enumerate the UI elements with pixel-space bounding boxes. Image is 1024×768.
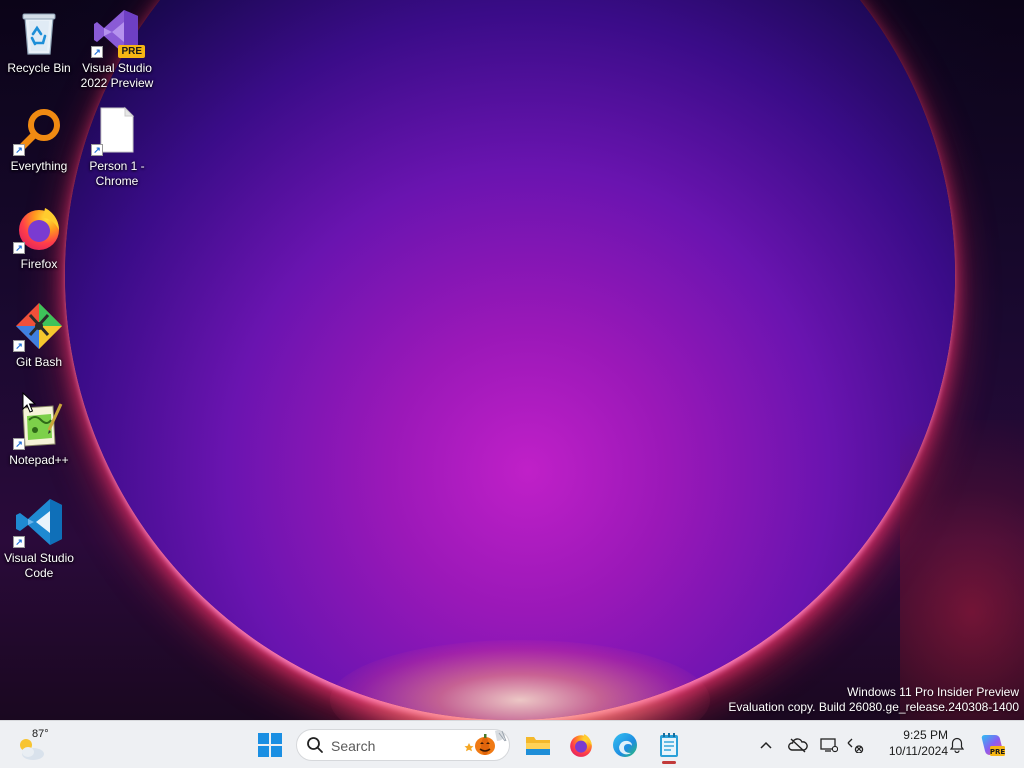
desktop-icon-label: Firefox xyxy=(20,257,58,271)
shortcut-arrow-icon: ↗ xyxy=(13,536,25,548)
clock-date: 10/11/2024 xyxy=(888,744,948,758)
watermark-edition: Windows 11 Pro Insider Preview xyxy=(847,685,1019,699)
display-settings-icon xyxy=(820,738,838,753)
file-explorer-icon xyxy=(526,737,550,755)
desktop-icon-recycle-bin[interactable]: Recycle Bin xyxy=(0,6,78,76)
shortcut-arrow-icon: ↗ xyxy=(13,242,25,254)
show-hidden-icons-button[interactable] xyxy=(755,725,777,765)
display-tray-button[interactable] xyxy=(818,725,840,765)
copilot-preview-icon: PRE xyxy=(981,735,1005,756)
desktop-icon-visual-studio-preview[interactable]: PRE ↗ Visual Studio 2022 Preview xyxy=(78,6,156,91)
notepad-icon xyxy=(660,733,678,757)
taskbar-search-box[interactable]: Search xyxy=(296,729,510,761)
copilot-button[interactable]: PRE xyxy=(972,725,1012,765)
weather-widget[interactable]: 87° xyxy=(14,727,54,763)
start-button[interactable] xyxy=(250,725,290,765)
desktop-icon-git-bash[interactable]: ↗ Git Bash xyxy=(0,300,78,370)
shortcut-arrow-icon: ↗ xyxy=(13,438,25,450)
desktop-icon-vscode[interactable]: ↗ Visual Studio Code xyxy=(0,496,78,581)
taskbar-edge[interactable] xyxy=(605,725,645,765)
taskbar: 87° Search 9:25 PM 10/11/2024 PRE xyxy=(0,720,1024,768)
visual-studio-preview-icon: PRE ↗ xyxy=(91,6,145,58)
notepad-plus-plus-icon: ↗ xyxy=(13,398,65,450)
network-disconnected-icon xyxy=(847,738,864,753)
system-clock[interactable]: 9:25 PM 10/11/2024 xyxy=(872,727,948,759)
recycle-bin-icon xyxy=(13,6,65,58)
notifications-button[interactable] xyxy=(946,725,968,765)
firefox-icon: ↗ xyxy=(13,202,65,254)
everything-search-icon: ↗ xyxy=(13,104,65,156)
git-bash-icon: ↗ xyxy=(13,300,65,352)
desktop-icon-label: Visual Studio 2022 Preview xyxy=(80,61,154,90)
desktop[interactable]: Recycle Bin PRE ↗ Visual Studio 2022 Pre… xyxy=(0,0,1024,720)
svg-text:PRE: PRE xyxy=(990,748,1005,756)
halloween-pumpkin-icon xyxy=(464,730,507,755)
chevron-up-icon xyxy=(760,741,772,749)
desktop-icon-label: Person 1 - Chrome xyxy=(89,159,145,188)
desktop-icon-notepad-plus-plus[interactable]: ↗ Notepad++ xyxy=(0,398,78,468)
search-icon xyxy=(307,737,323,753)
onedrive-tray-button[interactable] xyxy=(786,725,810,765)
shortcut-arrow-icon: ↗ xyxy=(13,144,25,156)
mouse-pointer-icon xyxy=(22,392,36,413)
active-app-indicator xyxy=(662,761,676,764)
desktop-icon-label: Visual Studio Code xyxy=(4,551,74,580)
desktop-icon-firefox[interactable]: ↗ Firefox xyxy=(0,202,78,272)
shortcut-arrow-icon: ↗ xyxy=(91,46,103,58)
blank-document-icon: ↗ xyxy=(91,104,143,156)
shortcut-arrow-icon: ↗ xyxy=(13,340,25,352)
vscode-icon: ↗ xyxy=(13,496,65,548)
taskbar-firefox[interactable] xyxy=(561,725,601,765)
desktop-icon-label: Git Bash xyxy=(15,355,63,369)
desktop-icon-label: Everything xyxy=(10,159,68,173)
shortcut-arrow-icon: ↗ xyxy=(91,144,103,156)
taskbar-notepad[interactable] xyxy=(649,725,689,765)
onedrive-offline-icon xyxy=(788,738,808,753)
edge-icon xyxy=(613,733,637,757)
desktop-icon-label: Notepad++ xyxy=(9,453,69,467)
wallpaper-right-glow xyxy=(900,420,1024,720)
clock-time: 9:25 PM xyxy=(903,728,948,742)
preview-badge: PRE xyxy=(118,45,145,58)
windows-start-icon xyxy=(258,733,282,757)
search-placeholder: Search xyxy=(331,738,376,754)
evaluation-watermark: Windows 11 Pro Insider Preview Evaluatio… xyxy=(728,685,1019,715)
taskbar-file-explorer[interactable] xyxy=(518,725,558,765)
network-tray-button[interactable] xyxy=(844,725,866,765)
desktop-icon-person-1-chrome[interactable]: ↗ Person 1 - Chrome xyxy=(78,104,156,189)
firefox-icon xyxy=(570,734,592,757)
watermark-build: Evaluation copy. Build 26080.ge_release.… xyxy=(728,700,1019,714)
desktop-icon-everything[interactable]: ↗ Everything xyxy=(0,104,78,174)
desktop-icon-label: Recycle Bin xyxy=(7,61,71,75)
bell-icon xyxy=(950,737,964,753)
weather-temperature: 87° xyxy=(32,728,49,740)
